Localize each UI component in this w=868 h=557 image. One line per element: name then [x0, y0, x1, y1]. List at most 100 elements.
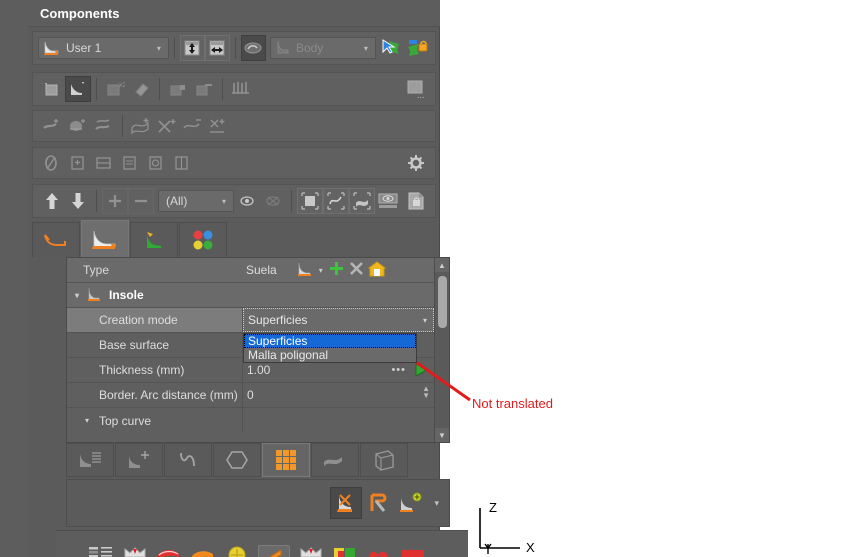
fit-vertical-button[interactable]	[179, 35, 205, 61]
scroll-down-button[interactable]: ▼	[435, 428, 449, 442]
orange-shape-icon[interactable]	[190, 545, 216, 557]
erase-piece-icon	[135, 83, 149, 97]
apply-component-button[interactable]	[330, 487, 363, 519]
move-up-button[interactable]	[39, 188, 65, 214]
view-surface-icon	[353, 192, 371, 210]
crown-icon[interactable]	[122, 545, 148, 557]
add-component-button[interactable]	[394, 487, 426, 519]
chevron-down-icon[interactable]: ▾	[434, 498, 439, 509]
grid-group-value-cell	[243, 283, 434, 307]
tab-polygon[interactable]	[213, 443, 261, 477]
delete-item-button[interactable]	[348, 260, 365, 280]
box-add-button[interactable]	[65, 150, 91, 176]
table-row[interactable]: Creation mode Superficies ▾ Superficies …	[67, 308, 434, 363]
view-surface-button[interactable]	[349, 188, 375, 214]
toolbar-order: (All) ▾	[32, 184, 436, 218]
tab-flat-pattern[interactable]	[32, 222, 80, 257]
row-value-creation-mode[interactable]: Superficies ▾ Superficies Malla poligona…	[243, 308, 434, 363]
app-left-gutter	[0, 0, 28, 557]
border-arc-value: 0	[247, 388, 254, 402]
select-surface-button[interactable]	[380, 35, 405, 61]
scroll-up-button[interactable]: ▲	[435, 258, 449, 272]
comb-tool-button[interactable]	[228, 76, 254, 102]
crown2-icon[interactable]	[298, 545, 324, 557]
add-curve-layer-button[interactable]	[91, 113, 117, 139]
move-down-button[interactable]	[65, 188, 91, 214]
add-item-button[interactable]	[328, 260, 345, 280]
surface-minus-button[interactable]	[180, 113, 206, 139]
filter-combo[interactable]: (All) ▾	[158, 190, 234, 212]
creation-mode-combo[interactable]: Superficies ▾	[243, 308, 434, 332]
chevron-down-icon[interactable]: ▾	[319, 266, 323, 275]
body-combo[interactable]: Body ▾	[269, 37, 376, 59]
table-row[interactable]: Border. Arc distance (mm) 0 ▲ ▼	[67, 383, 434, 408]
color-blocks-icon[interactable]	[332, 545, 358, 557]
red-bow-icon[interactable]	[366, 545, 392, 557]
surface-plus-button[interactable]	[154, 113, 180, 139]
home-button[interactable]	[367, 260, 387, 280]
add-layer-button[interactable]	[39, 113, 65, 139]
tab-component[interactable]	[81, 220, 129, 257]
scroll-thumb[interactable]	[438, 276, 447, 328]
tab-box[interactable]	[360, 443, 408, 477]
grid-header: Type Suela ▾	[67, 258, 434, 283]
chevron-down-icon[interactable]: ▾	[423, 316, 427, 325]
dropdown-option-superficies[interactable]: Superficies	[244, 334, 416, 348]
red-shape-icon[interactable]	[156, 545, 182, 557]
lock-piece-button[interactable]	[165, 76, 191, 102]
add-button[interactable]	[102, 188, 128, 214]
box-target-button[interactable]	[143, 150, 169, 176]
new-sole-icon	[71, 82, 84, 95]
yellow-circle-icon[interactable]	[224, 545, 250, 557]
box-list-button[interactable]	[117, 150, 143, 176]
duplicate-piece-button[interactable]: x2	[102, 76, 128, 102]
fit-horizontal-button[interactable]	[204, 35, 230, 61]
box-grid-button[interactable]	[169, 150, 195, 176]
shape-preview-toggle[interactable]	[240, 35, 266, 61]
chevron-down-icon[interactable]: ▾	[71, 291, 83, 300]
chevron-down-icon[interactable]: ▾	[217, 197, 231, 206]
grid-group-row[interactable]: ▾ Insole	[67, 283, 434, 308]
surface-project-button[interactable]	[206, 113, 232, 139]
tab-last[interactable]	[130, 222, 178, 257]
tab-grid[interactable]	[262, 443, 310, 477]
chevron-down-icon[interactable]: ▾	[152, 44, 166, 53]
new-piece-button[interactable]	[39, 76, 65, 102]
new-sole-button[interactable]	[65, 76, 91, 102]
toolbar-create: x2 ...	[32, 72, 436, 106]
list-icon[interactable]	[88, 545, 114, 557]
ellipse-measure-button[interactable]	[39, 150, 65, 176]
view-curve-button[interactable]	[323, 188, 349, 214]
tab-flag[interactable]	[311, 443, 359, 477]
tab-curve[interactable]	[164, 443, 212, 477]
tab-shoe-move[interactable]	[115, 443, 163, 477]
more-options-button[interactable]: ...	[403, 76, 429, 102]
lock-document-button[interactable]	[403, 188, 429, 214]
hide-all-button[interactable]	[260, 188, 286, 214]
tab-shoe-lines[interactable]	[66, 443, 114, 477]
show-all-button[interactable]	[234, 188, 260, 214]
add-layer-icon	[43, 119, 58, 129]
hide-piece-button[interactable]	[191, 76, 217, 102]
dropdown-option-malla-poligonal[interactable]: Malla poligonal	[244, 348, 416, 362]
chevron-down-icon[interactable]: ▾	[81, 416, 93, 425]
table-row[interactable]: ▾ Top curve	[67, 408, 434, 433]
add-solid-layer-button[interactable]	[65, 113, 91, 139]
chevron-down-icon[interactable]: ▾	[359, 44, 373, 53]
orange-arrow-icon[interactable]	[258, 545, 290, 557]
lock-surface-button[interactable]	[405, 35, 430, 61]
settings-button[interactable]	[403, 150, 429, 176]
preview-bar-button[interactable]	[375, 188, 401, 214]
last-profile-combo[interactable]: User 1 ▾	[38, 37, 169, 59]
filter-combo-label: (All)	[166, 194, 188, 208]
erase-piece-button[interactable]	[128, 76, 154, 102]
red-block-icon[interactable]	[400, 545, 426, 557]
view-solid-button[interactable]	[297, 188, 323, 214]
reverse-component-button[interactable]	[362, 487, 394, 519]
surface-add-button[interactable]	[128, 113, 154, 139]
box-flat-button[interactable]	[91, 150, 117, 176]
remove-button[interactable]	[128, 188, 154, 214]
four-color-dots-icon	[193, 230, 213, 250]
tab-materials[interactable]	[179, 222, 227, 257]
creation-mode-dropdown[interactable]: Superficies Malla poligonal	[243, 333, 417, 363]
